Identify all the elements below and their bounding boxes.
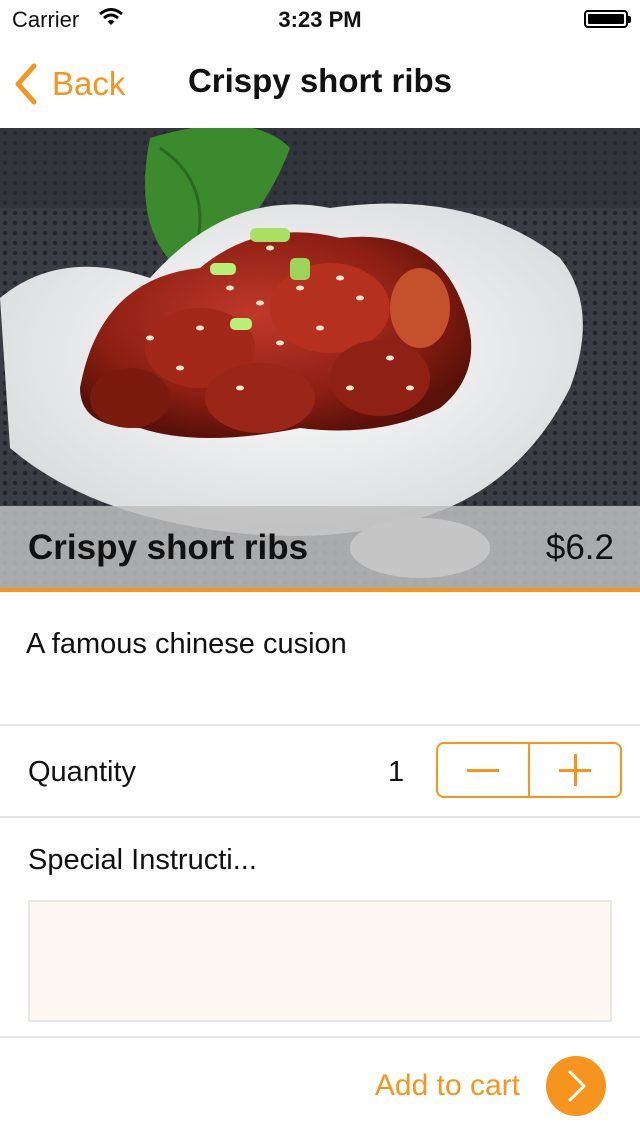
divider <box>0 1036 640 1038</box>
navigation-bar: Back Crispy short ribs <box>0 40 640 128</box>
increase-quantity-button[interactable] <box>530 744 620 796</box>
status-bar: Carrier 3:23 PM <box>0 0 640 40</box>
special-instructions-field[interactable] <box>28 900 612 1022</box>
dish-name: Crispy short ribs <box>28 528 309 567</box>
add-to-cart-label: Add to cart <box>374 1069 520 1102</box>
battery-icon <box>584 10 631 28</box>
quantity-stepper[interactable] <box>436 742 622 798</box>
dish-info-overlay: Crispy short ribs $6.2 <box>0 506 640 590</box>
page-title: Crispy short ribs <box>187 62 453 99</box>
minus-icon <box>467 769 499 772</box>
quantity-label: Quantity <box>28 756 136 788</box>
divider <box>0 724 640 726</box>
dish-description: A famous chinese cusion <box>26 628 347 660</box>
status-time: 3:23 PM <box>278 7 362 32</box>
decrease-quantity-button[interactable] <box>438 744 530 796</box>
quantity-value: 1 <box>388 756 405 788</box>
accent-divider <box>0 588 640 592</box>
divider <box>0 816 640 818</box>
special-instructions-label: Special Instructi... <box>28 844 257 876</box>
dish-photo: Crispy short ribs $6.2 <box>0 128 640 590</box>
chevron-right-icon <box>546 1056 606 1116</box>
dish-price: $6.2 <box>545 528 614 567</box>
add-to-cart-button[interactable]: Add to cart <box>375 1056 606 1116</box>
